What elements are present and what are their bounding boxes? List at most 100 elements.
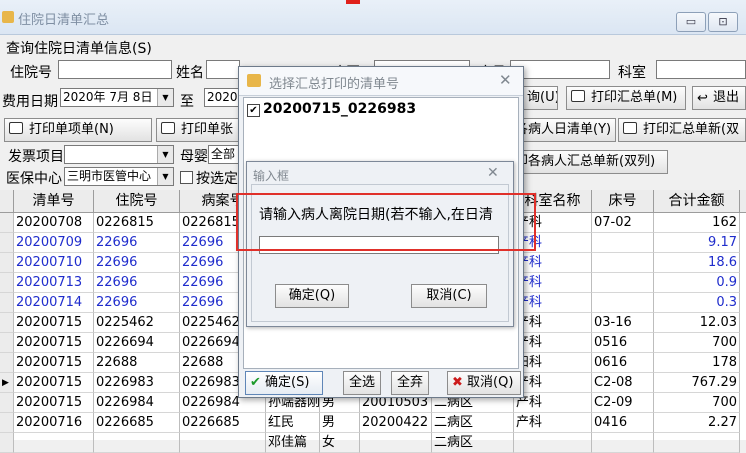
maximize-button[interactable]: ⊡ [708, 12, 738, 32]
dept-input[interactable] [656, 60, 746, 79]
exit-icon: ↩ [697, 91, 708, 106]
table-cell: 0226694 [94, 333, 180, 353]
table-cell: 20200714 [14, 293, 94, 313]
window-title: 住院日清单汇总 [18, 13, 110, 28]
select-ok-button[interactable]: ✔ 确定(S) [245, 371, 323, 395]
table-cell: C2-09 [592, 393, 654, 413]
select-checkbox[interactable] [180, 171, 193, 184]
input-ok-button[interactable]: 确定(Q) [275, 284, 349, 308]
close-icon[interactable]: ✕ [499, 71, 512, 89]
table-cell: 22688 [94, 353, 180, 373]
row-indicator [0, 233, 14, 253]
deselect-all-button[interactable]: 全弃 [391, 371, 429, 395]
table-cell: 0.9 [654, 273, 740, 293]
name-input[interactable] [206, 60, 240, 79]
table-cell: 18.6 [654, 253, 740, 273]
table-row[interactable]: 邓佳篇女 二病区 [0, 433, 746, 453]
fee-date-to-picker[interactable]: 2020 [204, 88, 240, 107]
insurance-center-label: 医保中心 [6, 171, 62, 187]
each-patient-daily-button[interactable]: 各病人日清单(Y) [510, 118, 616, 142]
select-dialog-titlebar: 选择汇总打印的清单号 ✕ [239, 67, 523, 96]
table-cell [592, 233, 654, 253]
table-cell [592, 433, 654, 453]
print-sheet-button[interactable]: 打印单张 [156, 118, 240, 142]
input-dialog-title: 输入框 [253, 169, 290, 183]
select-checkbox-label: 按选定 [196, 171, 238, 187]
mother-baby-select[interactable]: 全部 [208, 145, 240, 164]
current-row-indicator-icon: ▶ [0, 373, 14, 393]
table-cell: 22696 [94, 293, 180, 313]
table-cell: 0416 [592, 413, 654, 433]
exit-label: 退出 [713, 90, 740, 105]
table-cell: 20200715 [14, 353, 94, 373]
row-indicator [0, 213, 14, 233]
fee-date-from-value: 2020年 7月 8日 [63, 90, 153, 104]
row-indicator-header [0, 190, 14, 212]
print-summary-button[interactable]: 打印汇总单(M) [566, 86, 686, 110]
window-titlebar: 住院日清单汇总 ▭ ⊡ [0, 0, 746, 35]
to-label: 至 [180, 94, 194, 110]
chevron-down-icon[interactable]: ▼ [157, 168, 173, 185]
print-sheet-label: 打印单张 [181, 122, 234, 137]
query-button[interactable]: 询(U) [522, 86, 558, 110]
column-header[interactable]: 住院号 [94, 190, 180, 212]
list-item-label: 20200715_0226983 [263, 101, 417, 117]
table-cell: 20200716 [14, 413, 94, 433]
column-header[interactable]: 合计金额 [654, 190, 740, 212]
table-cell [360, 433, 432, 453]
table-cell: 产科 [514, 333, 592, 353]
bed-input[interactable] [510, 60, 610, 79]
table-cell: 20200709 [14, 233, 94, 253]
printer-icon [9, 122, 23, 134]
check-icon[interactable]: ✔ [247, 104, 260, 117]
table-cell: 2.27 [654, 413, 740, 433]
minimize-button[interactable]: ▭ [676, 12, 706, 32]
table-cell: 0.3 [654, 293, 740, 313]
table-cell: 22696 [94, 273, 180, 293]
select-all-button[interactable]: 全选 [343, 371, 381, 395]
invoice-item-select[interactable]: ▼ [64, 145, 174, 164]
app-icon [2, 11, 14, 23]
close-icon[interactable]: ✕ [487, 165, 499, 181]
print-summary-label: 打印汇总单(M) [591, 90, 678, 105]
select-cancel-button[interactable]: ✖ 取消(Q) [447, 371, 521, 395]
table-cell: 0616 [592, 353, 654, 373]
table-cell: 0226984 [94, 393, 180, 413]
print-item-label: 打印单项单(N) [29, 122, 114, 137]
table-cell [592, 273, 654, 293]
chevron-down-icon[interactable]: ▼ [157, 146, 173, 163]
table-cell: 178 [654, 353, 740, 373]
table-cell: 22696 [94, 233, 180, 253]
input-cancel-button[interactable]: 取消(C) [411, 284, 487, 308]
table-cell: 产科 [514, 393, 592, 413]
inpatient-no-input[interactable] [58, 60, 172, 79]
print-summary-new-button[interactable]: 打印汇总单新(双 [618, 118, 746, 142]
table-cell: 03-16 [592, 313, 654, 333]
table-cell [94, 433, 180, 453]
table-cell: 妇科 [514, 353, 592, 373]
table-cell: 0226815 [94, 213, 180, 233]
table-cell: 产科 [514, 293, 592, 313]
chevron-down-icon[interactable]: ▼ [157, 89, 173, 106]
table-cell: 07-02 [592, 213, 654, 233]
row-indicator [0, 433, 14, 453]
each-patient-summary-new-button[interactable]: 印各病人汇总单新(双列) [510, 150, 668, 174]
close-icon: ✖ [452, 375, 463, 390]
column-header[interactable]: 清单号 [14, 190, 94, 212]
table-cell: 产科 [514, 313, 592, 333]
table-cell: 700 [654, 333, 740, 353]
exit-button[interactable]: ↩ 退出 [692, 86, 746, 110]
fee-date-from-picker[interactable]: 2020年 7月 8日 ▼ [60, 88, 174, 107]
print-item-button[interactable]: 打印单项单(N) [4, 118, 152, 142]
table-cell: 产科 [514, 253, 592, 273]
printer-icon [161, 122, 175, 134]
table-cell: 20200710 [14, 253, 94, 273]
insurance-center-select[interactable]: 三明市医管中心 ▼ [64, 167, 174, 186]
printer-icon [623, 122, 637, 134]
select-dialog-title: 选择汇总打印的清单号 [269, 77, 400, 92]
table-row[interactable]: 20200716 0226685 0226685 红民男 20200422 二病区 产科 04… [0, 413, 746, 433]
column-header[interactable]: 床号 [592, 190, 654, 212]
table-cell [592, 253, 654, 273]
table-cell [592, 293, 654, 313]
invoice-item-label: 发票项目 [8, 149, 64, 165]
